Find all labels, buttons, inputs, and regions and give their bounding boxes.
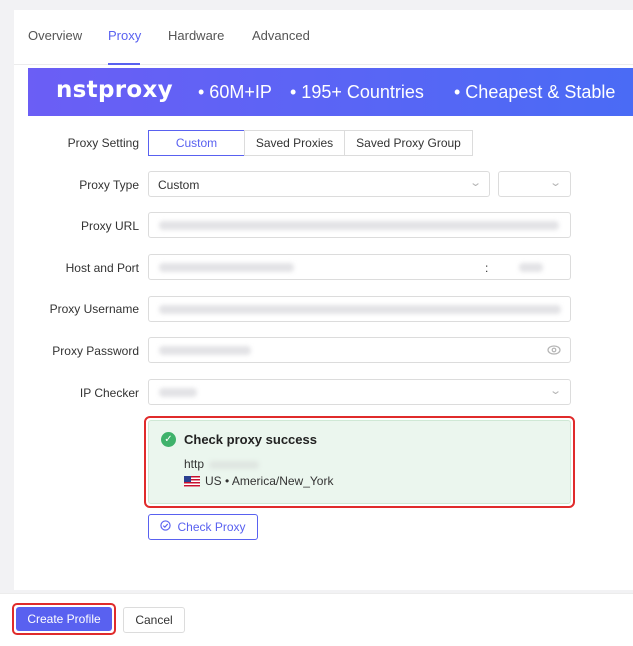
banner-point-cheapest: • Cheapest & Stable xyxy=(454,82,616,102)
tab-hardware[interactable]: Hardware xyxy=(168,28,224,43)
promo-banner[interactable]: nstproxy • 60M+IP • 195+ Countries • Che… xyxy=(28,68,633,116)
redacted-value xyxy=(159,346,251,355)
tab-bar: Overview Proxy Hardware Advanced xyxy=(14,10,633,65)
host-port-label: Host and Port xyxy=(65,261,139,275)
proxy-setting-label: Proxy Setting xyxy=(67,136,139,150)
proxy-type-label: Proxy Type xyxy=(79,178,139,192)
banner-logo: nstproxy xyxy=(56,77,173,103)
tab-proxy[interactable]: Proxy xyxy=(108,28,141,43)
ip-checker-select[interactable]: ⌄ xyxy=(148,379,571,405)
highlight-outline xyxy=(12,603,116,635)
redacted-host xyxy=(159,263,294,272)
proxy-password-input[interactable] xyxy=(148,337,571,363)
cancel-button[interactable]: Cancel xyxy=(123,607,185,633)
proxy-type-value: Custom xyxy=(158,178,200,192)
proxy-setting-saved-proxies[interactable]: Saved Proxies xyxy=(244,130,345,156)
proxy-setting-saved-proxy-group[interactable]: Saved Proxy Group xyxy=(344,130,473,156)
check-proxy-label: Check Proxy xyxy=(177,520,246,534)
check-circle-outline-icon xyxy=(160,520,172,534)
redacted-value xyxy=(159,221,559,230)
check-proxy-button[interactable]: Check Proxy xyxy=(148,514,258,540)
proxy-username-input[interactable] xyxy=(148,296,571,322)
banner-point-countries: • 195+ Countries xyxy=(290,82,424,102)
host-port-separator: : xyxy=(485,261,489,275)
chevron-down-icon: ⌄ xyxy=(549,385,563,397)
redacted-port xyxy=(519,263,543,272)
tab-advanced[interactable]: Advanced xyxy=(252,28,310,43)
chevron-down-icon: ⌄ xyxy=(549,177,563,189)
proxy-url-input[interactable] xyxy=(148,212,571,238)
proxy-setting-custom[interactable]: Custom xyxy=(148,130,245,156)
banner-point-ip: • 60M+IP xyxy=(198,82,272,102)
tab-overview[interactable]: Overview xyxy=(28,28,82,43)
proxy-username-label: Proxy Username xyxy=(49,302,139,316)
redacted-value xyxy=(159,388,197,397)
redacted-value xyxy=(159,305,561,314)
active-tab-indicator xyxy=(108,63,140,65)
proxy-password-label: Proxy Password xyxy=(52,344,139,358)
highlight-outline xyxy=(144,416,575,508)
eye-icon[interactable] xyxy=(547,344,561,356)
proxy-type-select[interactable]: Custom ⌄ xyxy=(148,171,490,197)
proxy-protocol-select[interactable]: ⌄ xyxy=(498,171,571,197)
host-port-input[interactable]: : xyxy=(148,254,571,280)
ip-checker-label: IP Checker xyxy=(79,386,139,400)
chevron-down-icon: ⌄ xyxy=(469,177,483,189)
proxy-url-label: Proxy URL xyxy=(80,219,139,233)
